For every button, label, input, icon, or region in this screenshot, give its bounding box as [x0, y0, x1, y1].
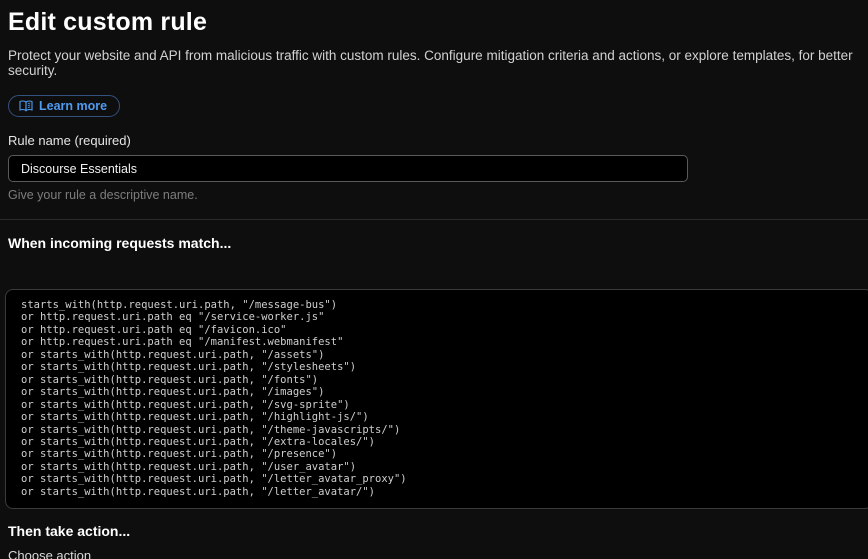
expression-editor[interactable]: starts_with(http.request.uri.path, "/mes… [5, 289, 868, 509]
expression-code[interactable]: starts_with(http.request.uri.path, "/mes… [21, 299, 868, 498]
page-description: Protect your website and API from malici… [8, 48, 868, 78]
action-section: Then take action... Choose action Skip ▼… [8, 523, 868, 559]
rule-name-helper: Give your rule a descriptive name. [8, 188, 868, 202]
learn-more-label: Learn more [39, 99, 107, 113]
rule-name-field-group: Rule name (required) Give your rule a de… [8, 133, 868, 202]
action-section-title: Then take action... [8, 523, 868, 539]
rule-name-input[interactable] [8, 155, 688, 182]
open-book-icon [19, 100, 33, 112]
choose-action-label: Choose action [8, 548, 868, 559]
section-divider [0, 219, 868, 220]
learn-more-button[interactable]: Learn more [8, 95, 120, 117]
expression-section-title: When incoming requests match... [8, 235, 868, 251]
rule-name-label: Rule name (required) [8, 133, 868, 148]
page-title: Edit custom rule [8, 8, 868, 37]
edit-custom-rule-page: Edit custom rule Protect your website an… [0, 0, 868, 559]
